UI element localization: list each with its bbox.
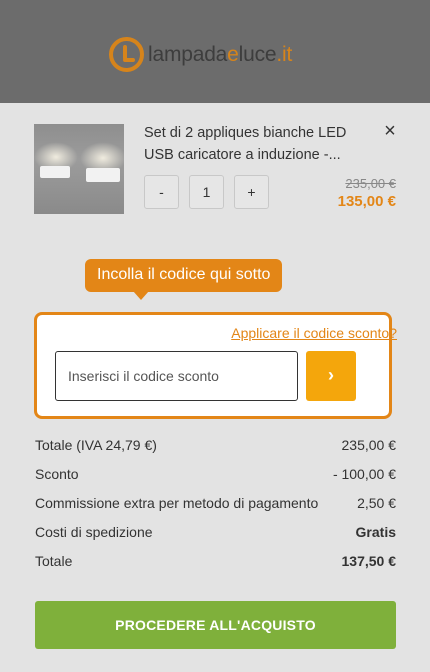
close-icon[interactable]: × — [380, 121, 400, 141]
summary-row-total: Totale 137,50 € — [35, 553, 396, 573]
summary-label: Costi di spedizione — [35, 524, 153, 540]
site-logo[interactable]: lampadaeluce.it — [109, 37, 292, 72]
summary-value: - 100,00 € — [332, 466, 396, 482]
summary-label: Commissione extra per metodo di pagament… — [35, 495, 319, 511]
product-image[interactable] — [34, 124, 124, 214]
summary-value: Gratis — [355, 524, 396, 540]
summary-row-subtotal: Totale (IVA 24,79 €) 235,00 € — [35, 437, 396, 457]
coupon-hint-tooltip: Incolla il codice qui sotto — [85, 259, 283, 300]
current-price: 135,00 € — [337, 193, 396, 210]
summary-value: 235,00 € — [341, 437, 397, 453]
power-icon — [109, 37, 144, 72]
logo-text: lampadaeluce.it — [148, 42, 293, 66]
summary-value: 2,50 € — [357, 495, 396, 511]
summary-label: Sconto — [35, 466, 79, 482]
quantity-value[interactable]: 1 — [189, 175, 224, 209]
summary-label: Totale (IVA 24,79 €) — [35, 437, 157, 453]
product-name[interactable]: Set di 2 appliques bianche LED USB caric… — [144, 122, 369, 166]
quantity-increase-button[interactable]: + — [234, 175, 269, 209]
summary-row-discount: Sconto - 100,00 € — [35, 466, 396, 486]
coupon-code-input[interactable] — [55, 351, 298, 401]
site-header: lampadaeluce.it — [0, 0, 430, 103]
lamp-shape — [40, 166, 70, 178]
summary-label: Totale — [35, 553, 73, 569]
quantity-decrease-button[interactable]: - — [144, 175, 179, 209]
apply-coupon-link[interactable]: Applicare il codice sconto? — [231, 325, 397, 341]
old-price: 235,00 € — [345, 176, 396, 191]
checkout-button[interactable]: PROCEDERE ALL'ACQUISTO — [35, 601, 396, 649]
lamp-shape — [86, 168, 120, 182]
summary-row-shipping: Costi di spedizione Gratis — [35, 524, 396, 544]
summary-value: 137,50 € — [341, 553, 397, 569]
summary-row-payment-fee: Commissione extra per metodo di pagament… — [35, 495, 396, 515]
chevron-right-icon[interactable]: › — [306, 351, 356, 401]
